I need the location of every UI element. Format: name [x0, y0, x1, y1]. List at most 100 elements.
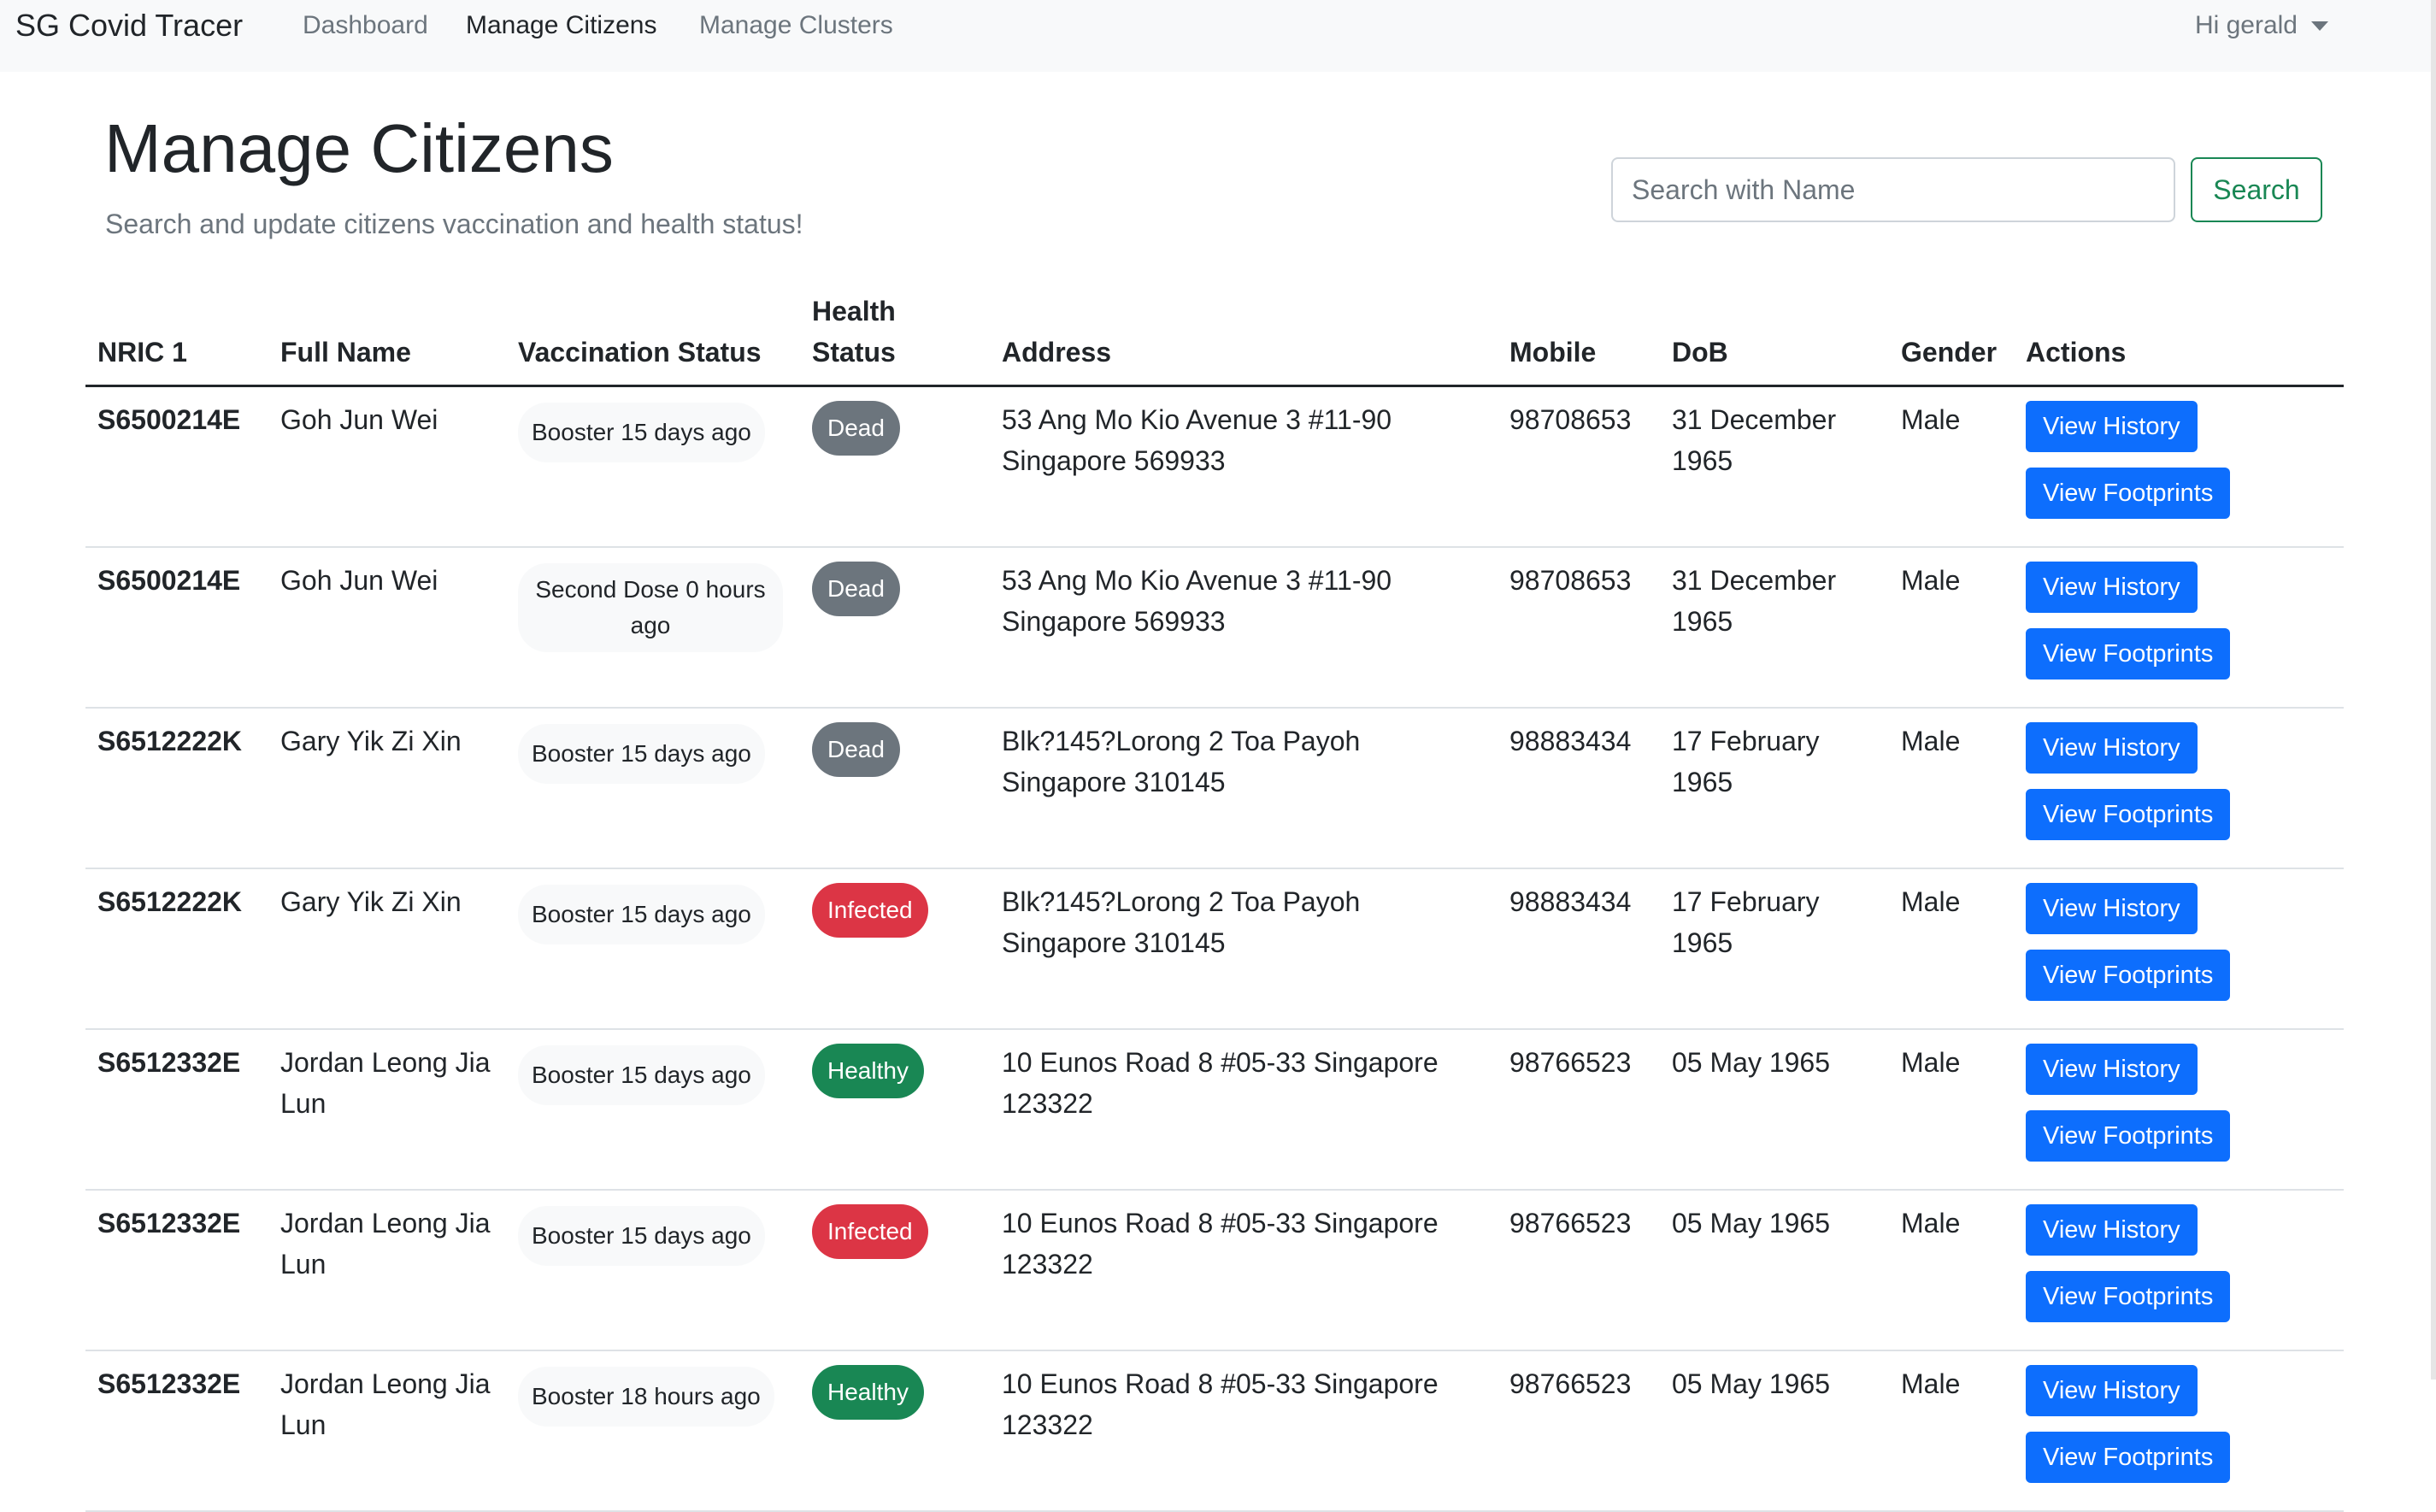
cell-vaccination-status: Booster 15 days ago: [506, 1029, 800, 1191]
health-status-badge: Infected: [812, 883, 928, 938]
cell-dob: 17 February 1965: [1660, 708, 1889, 869]
cell-gender: Male: [1889, 708, 2014, 869]
view-history-button[interactable]: View History: [2026, 562, 2198, 613]
caret-down-icon: [2311, 21, 2328, 31]
page-subtitle: Search and update citizens vaccination a…: [105, 209, 803, 239]
cell-dob: 17 February 1965: [1660, 868, 1889, 1030]
cell-full-name: Gary Yik Zi Xin: [268, 868, 506, 1030]
cell-address: 10 Eunos Road 8 #05-33 Singapore 123322: [990, 1029, 1497, 1191]
cell-health-status: Healthy: [800, 1029, 990, 1191]
view-history-button[interactable]: View History: [2026, 883, 2198, 934]
cell-gender: Male: [1889, 868, 2014, 1030]
cell-health-status: Infected: [800, 1190, 990, 1351]
user-menu-dropdown[interactable]: Hi gerald: [2195, 8, 2328, 44]
cell-nric: S6512332E: [85, 1190, 268, 1351]
view-history-button[interactable]: View History: [2026, 1204, 2198, 1256]
view-footprints-button[interactable]: View Footprints: [2026, 1271, 2231, 1322]
cell-full-name: Jordan Leong Jia Lun: [268, 1029, 506, 1191]
view-footprints-button[interactable]: View Footprints: [2026, 789, 2231, 840]
table-row: S6512332E Jordan Leong Jia Lun Booster 18 …: [85, 1350, 2344, 1512]
brand-logo-text[interactable]: SG Covid Tracer: [15, 5, 243, 46]
cell-nric: S6500214E: [85, 547, 268, 709]
cell-mobile: 98766523: [1497, 1029, 1660, 1191]
cell-vaccination-status: Second Dose 0 hours ago: [506, 547, 800, 709]
cell-gender: Male: [1889, 1029, 2014, 1191]
cell-actions: View History View Footprints: [2014, 868, 2344, 1030]
cell-actions: View History View Footprints: [2014, 1190, 2344, 1351]
cell-nric: S6512332E: [85, 1029, 268, 1191]
cell-nric: S6512222K: [85, 868, 268, 1030]
vaccination-status-badge: Booster 15 days ago: [518, 724, 765, 784]
view-footprints-button[interactable]: View Footprints: [2026, 628, 2231, 680]
nav-link-manage-clusters[interactable]: Manage Clusters: [699, 8, 893, 44]
cell-dob: 05 May 1965: [1660, 1350, 1889, 1512]
cell-vaccination-status: Booster 15 days ago: [506, 385, 800, 548]
search-button[interactable]: Search: [2191, 157, 2322, 222]
column-header-health-status: Health Status: [800, 291, 990, 387]
cell-health-status: Dead: [800, 385, 990, 548]
table-row: S6512222K Gary Yik Zi Xin Booster 15 days …: [85, 708, 2344, 869]
cell-actions: View History View Footprints: [2014, 385, 2344, 548]
cell-address: 10 Eunos Road 8 #05-33 Singapore 123322: [990, 1190, 1497, 1351]
cell-nric: S6512222K: [85, 708, 268, 869]
cell-nric: S6512332E: [85, 1350, 268, 1512]
cell-mobile: 98708653: [1497, 385, 1660, 548]
column-header-full-name: Full Name: [268, 291, 506, 387]
view-footprints-button[interactable]: View Footprints: [2026, 1432, 2231, 1483]
cell-mobile: 98766523: [1497, 1190, 1660, 1351]
cell-mobile: 98883434: [1497, 868, 1660, 1030]
view-footprints-button[interactable]: View Footprints: [2026, 468, 2231, 519]
cell-full-name: Goh Jun Wei: [268, 547, 506, 709]
vaccination-status-badge: Booster 18 hours ago: [518, 1367, 774, 1427]
health-status-badge: Dead: [812, 562, 900, 616]
cell-health-status: Dead: [800, 547, 990, 709]
table-row: S6512332E Jordan Leong Jia Lun Booster 15 …: [85, 1190, 2344, 1351]
cell-gender: Male: [1889, 1190, 2014, 1351]
citizens-table: NRIC 1 Full Name Vaccination Status Heal…: [85, 291, 2344, 1512]
cell-full-name: Gary Yik Zi Xin: [268, 708, 506, 869]
view-history-button[interactable]: View History: [2026, 401, 2198, 452]
search-name-input[interactable]: [1611, 157, 2175, 222]
page-scrollbar[interactable]: [2431, 0, 2436, 1380]
cell-address: Blk?145?Lorong 2 Toa Payoh Singapore 310…: [990, 868, 1497, 1030]
column-header-mobile: Mobile: [1497, 291, 1660, 387]
nav-link-manage-citizens[interactable]: Manage Citizens: [466, 8, 656, 44]
column-header-address: Address: [990, 291, 1497, 387]
view-footprints-button[interactable]: View Footprints: [2026, 950, 2231, 1001]
cell-address: 10 Eunos Road 8 #05-33 Singapore 123322: [990, 1350, 1497, 1512]
column-header-nric[interactable]: NRIC 1: [85, 291, 268, 387]
view-history-button[interactable]: View History: [2026, 1044, 2198, 1095]
nav-link-dashboard[interactable]: Dashboard: [303, 8, 428, 44]
cell-mobile: 98708653: [1497, 547, 1660, 709]
cell-gender: Male: [1889, 385, 2014, 548]
cell-full-name: Goh Jun Wei: [268, 385, 506, 548]
view-history-button[interactable]: View History: [2026, 1365, 2198, 1416]
column-header-actions: Actions: [2014, 291, 2344, 387]
health-status-badge: Dead: [812, 401, 900, 456]
cell-address: Blk?145?Lorong 2 Toa Payoh Singapore 310…: [990, 708, 1497, 869]
cell-actions: View History View Footprints: [2014, 708, 2344, 869]
cell-vaccination-status: Booster 15 days ago: [506, 1190, 800, 1351]
cell-dob: 31 December 1965: [1660, 385, 1889, 548]
cell-mobile: 98883434: [1497, 708, 1660, 869]
page-title: Manage Citizens: [104, 110, 614, 186]
cell-vaccination-status: Booster 18 hours ago: [506, 1350, 800, 1512]
health-status-badge: Healthy: [812, 1044, 924, 1098]
cell-mobile: 98766523: [1497, 1350, 1660, 1512]
health-status-badge: Dead: [812, 722, 900, 777]
view-history-button[interactable]: View History: [2026, 722, 2198, 774]
cell-address: 53 Ang Mo Kio Avenue 3 #11-90 Singapore …: [990, 547, 1497, 709]
cell-dob: 31 December 1965: [1660, 547, 1889, 709]
cell-dob: 05 May 1965: [1660, 1190, 1889, 1351]
cell-actions: View History View Footprints: [2014, 1029, 2344, 1191]
cell-health-status: Dead: [800, 708, 990, 869]
cell-health-status: Healthy: [800, 1350, 990, 1512]
cell-health-status: Infected: [800, 868, 990, 1030]
health-status-badge: Healthy: [812, 1365, 924, 1420]
table-row: S6500214E Goh Jun Wei Second Dose 0 hours …: [85, 547, 2344, 709]
table-row: S6512332E Jordan Leong Jia Lun Booster 15 …: [85, 1029, 2344, 1191]
column-header-vaccination-status: Vaccination Status: [506, 291, 800, 387]
column-header-gender: Gender: [1889, 291, 2014, 387]
view-footprints-button[interactable]: View Footprints: [2026, 1110, 2231, 1162]
top-navbar: SG Covid Tracer Dashboard Manage Citizen…: [0, 0, 2436, 72]
